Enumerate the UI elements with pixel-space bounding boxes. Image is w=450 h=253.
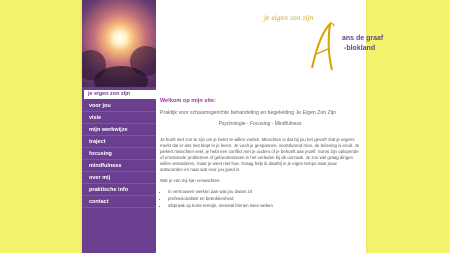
nav-item-active-label: je eigen zon zijn bbox=[88, 91, 131, 97]
nav-item-active[interactable]: je eigen zon zijn bbox=[82, 90, 156, 99]
list-item: afspraak op korte termijn, meestal binne… bbox=[168, 203, 360, 209]
sidebar: je eigen zon zijn voor jou visie mijn we… bbox=[82, 0, 156, 253]
logo-icon bbox=[311, 21, 335, 71]
nav-item-werkwijze[interactable]: mijn werkwijze bbox=[82, 124, 156, 136]
page-container: je eigen zon zijn voor jou visie mijn we… bbox=[82, 0, 383, 253]
intro-text: Praktijk voor schaamsgerichte behandelin… bbox=[160, 110, 336, 116]
brand-name-line1: ans de graaf bbox=[342, 35, 384, 42]
nav-item-praktische-info[interactable]: praktische info bbox=[82, 184, 156, 196]
nav-item-mindfulness[interactable]: mindfulness bbox=[82, 160, 156, 172]
sunrise-photo bbox=[82, 0, 156, 87]
brand-name-line2: -blokland bbox=[344, 45, 376, 52]
nav-item-over-mij[interactable]: over mij bbox=[82, 172, 156, 184]
list-item: in vertrouwen werken aan wat jou dwars z… bbox=[168, 189, 360, 195]
nav-item-contact[interactable]: contact bbox=[82, 196, 156, 208]
header: je eigen zon zijn ans de graaf -blokland bbox=[156, 0, 383, 87]
nav-item-visie[interactable]: visie bbox=[82, 112, 156, 124]
list-item: professionaliteit en betrokkenheid bbox=[168, 196, 360, 202]
main-content: Welkom op mijn site: Praktijk voor schaa… bbox=[160, 98, 360, 210]
nav-item-voor-jou[interactable]: voor jou bbox=[82, 100, 156, 112]
nav-list: voor jou visie mijn werkwijze traject fo… bbox=[82, 100, 156, 208]
welcome-heading: Welkom op mijn site: bbox=[160, 98, 216, 104]
nav-item-focusing[interactable]: focusing bbox=[82, 148, 156, 160]
body-paragraph: Je hoeft niet zon te zijn om je beter te… bbox=[160, 137, 360, 172]
expectations-list: in vertrouwen werken aan wat jou dwars z… bbox=[168, 189, 360, 209]
specialties-line: Psychologie - Focusing - Mindfulness bbox=[218, 121, 302, 127]
expectations-heading: Wat je van mij kan verwachten: bbox=[160, 178, 221, 183]
nav-item-traject[interactable]: traject bbox=[82, 136, 156, 148]
